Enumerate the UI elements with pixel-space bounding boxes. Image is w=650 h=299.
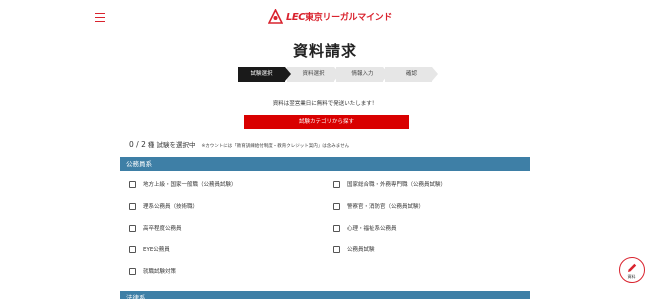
section-header-civil-service: 公務員系 [120, 157, 530, 171]
checkbox[interactable] [129, 202, 136, 210]
lec-mark-icon [267, 7, 284, 24]
option-high-school-level[interactable]: 高卒程度公務員 [129, 224, 182, 232]
checkbox[interactable] [333, 245, 340, 253]
step-exam-select: 試験選択 [238, 67, 291, 82]
checkbox[interactable] [333, 224, 340, 232]
free-shipping-notice: 資料は翌営業日に無料で発送いたします！ [272, 101, 378, 107]
search-by-category-button[interactable]: 試験カテゴリから探す [244, 115, 409, 129]
checkbox[interactable] [129, 267, 136, 275]
menu-icon[interactable] [95, 13, 105, 23]
logo[interactable]: LEC東京リーガルマインド [267, 7, 393, 24]
checkbox[interactable] [333, 202, 340, 210]
pencil-icon [628, 263, 637, 272]
step-material-select: 資料選択 [287, 67, 340, 82]
logo-text: LEC東京リーガルマインド [286, 11, 393, 23]
page-title: 資料請求 [292, 42, 357, 60]
option-employment-exam[interactable]: 就職試験対策 [129, 267, 176, 275]
checkbox[interactable] [129, 245, 136, 253]
option-eye-civil-service[interactable]: EYE公務員 [129, 245, 170, 253]
option-civil-service-exam[interactable]: 公務員試験 [333, 245, 375, 253]
option-local-national-general[interactable]: 地方上級・国家一般職（公務員試験） [129, 180, 237, 188]
option-science-civil-service[interactable]: 理系公務員（技術職） [129, 202, 198, 210]
counter-note: ※カウントには「教育訓練給付制度・教育クレジット案内」は含みません [201, 144, 350, 149]
option-psychology-welfare[interactable]: 心理・福祉系公務員 [333, 224, 397, 232]
option-police-fire[interactable]: 警察官・消防官（公務員試験） [333, 202, 424, 210]
step-info-input: 情報入力 [336, 67, 389, 82]
selection-counter: 0 / 2 種 試験を選択中 ※カウントには「教育訓練給付制度・教育クレジット案内… [129, 140, 350, 149]
checkbox[interactable] [333, 180, 340, 188]
option-national-comprehensive[interactable]: 国家総合職・外務専門職（公務員試験） [333, 180, 446, 188]
checkbox[interactable] [129, 180, 136, 188]
request-materials-fab[interactable]: 資料 [619, 257, 645, 283]
step-confirm: 確認 [385, 67, 438, 82]
fab-label: 資料 [627, 274, 636, 279]
section-header-law: 法律系 [120, 291, 530, 299]
progress-steps: 試験選択 資料選択 情報入力 確認 [238, 67, 438, 82]
checkbox[interactable] [129, 224, 136, 232]
